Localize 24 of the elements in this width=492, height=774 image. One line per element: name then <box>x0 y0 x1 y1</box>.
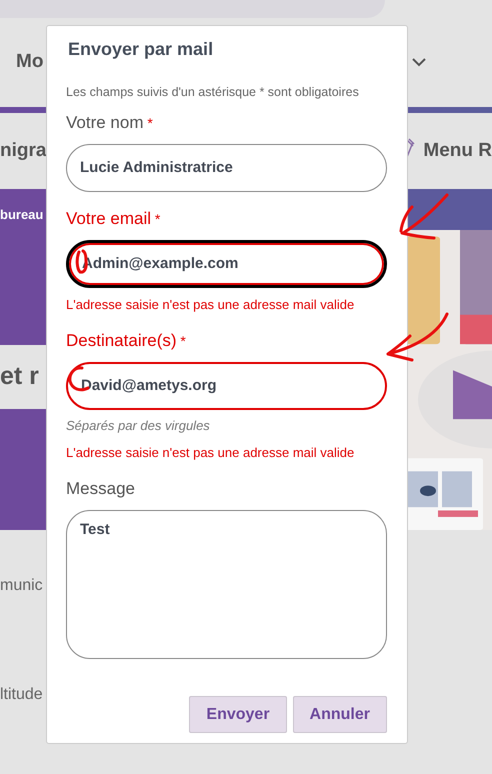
required-note: Les champs suivis d'un astérisque * sont obligatoires <box>66 84 360 101</box>
field-label: Destinataire(s) * <box>66 330 187 352</box>
error-message: L'adresse saisie n'est pas une adresse mail valide <box>66 444 356 462</box>
banner-text: bureau <box>0 206 44 224</box>
annotation-arrow <box>398 193 450 241</box>
body-text: munic <box>0 576 44 596</box>
error-message: L'adresse saisie n'est pas une adresse mail valide <box>66 296 356 314</box>
headline: et r <box>0 360 39 392</box>
message-field[interactable]: Test <box>66 510 387 660</box>
field-label: Message <box>66 478 136 500</box>
body-text: ltitude <box>0 685 44 705</box>
field-hint: Séparés par des virgules <box>66 417 211 436</box>
dialog-button[interactable]: Envoyer <box>189 696 287 734</box>
field-label: Votre email * <box>66 208 162 230</box>
annotation-arrow <box>384 312 450 362</box>
nav-item[interactable]: nigra <box>0 136 46 166</box>
input-field[interactable]: Lucie Administratrice <box>66 144 387 192</box>
input-field[interactable]: David@ametys.org <box>66 362 387 410</box>
nav-item[interactable]: Menu R <box>423 136 492 166</box>
nav-item[interactable]: Mo <box>16 48 44 77</box>
chevron-down-icon[interactable] <box>412 58 426 67</box>
dialog-title: Envoyer par mail <box>68 38 214 61</box>
field-label: Votre nom * <box>66 112 154 134</box>
dialog-button[interactable]: Annuler <box>292 696 387 734</box>
